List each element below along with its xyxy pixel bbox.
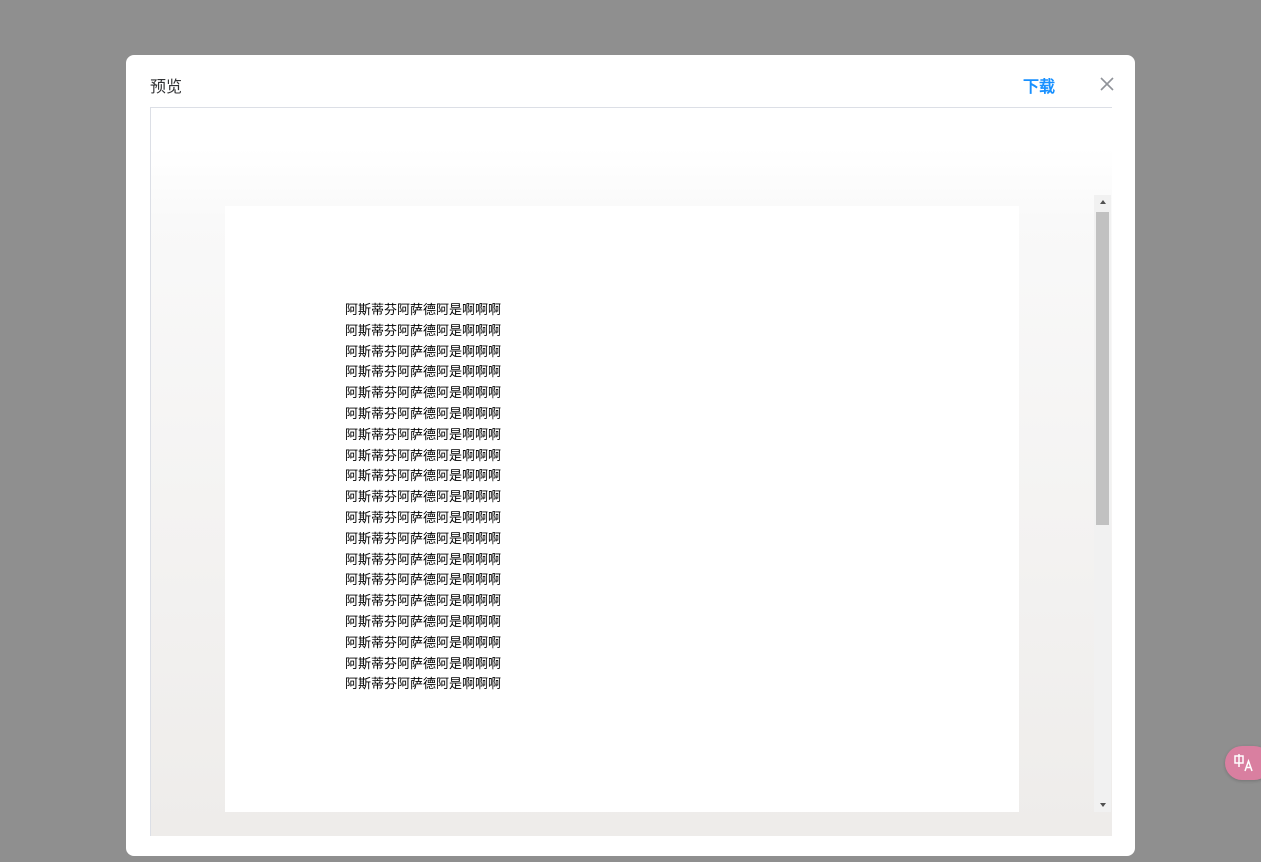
download-link[interactable]: 下载 — [1023, 76, 1055, 98]
document-line: 阿斯蒂芬阿萨德阿是啊啊啊 — [345, 510, 502, 526]
scroll-thumb[interactable] — [1096, 212, 1109, 525]
vertical-scrollbar[interactable] — [1094, 195, 1111, 812]
document-line: 阿斯蒂芬阿萨德阿是啊啊啊 — [345, 448, 502, 464]
document-line: 阿斯蒂芬阿萨德阿是啊啊啊 — [345, 677, 502, 693]
document-line: 阿斯蒂芬阿萨德阿是啊啊啊 — [345, 490, 502, 506]
close-button[interactable] — [1096, 73, 1118, 95]
document-line: 阿斯蒂芬阿萨德阿是啊啊啊 — [345, 427, 502, 443]
document-line: 阿斯蒂芬阿萨德阿是啊啊啊 — [345, 635, 502, 651]
translate-button[interactable] — [1225, 746, 1261, 780]
document-line: 阿斯蒂芬阿萨德阿是啊啊啊 — [345, 594, 502, 610]
document-line: 阿斯蒂芬阿萨德阿是啊啊啊 — [345, 303, 502, 318]
document-line: 阿斯蒂芬阿萨德阿是啊啊啊 — [345, 656, 502, 672]
preview-dialog: 预览 下载 阿斯蒂芬阿萨德阿是啊啊啊 阿斯蒂芬阿萨德阿是啊啊啊 阿斯蒂芬阿萨德阿是啊… — [126, 55, 1135, 856]
document-line: 阿斯蒂芬阿萨德阿是啊啊啊 — [345, 365, 502, 381]
document-line: 阿斯蒂芬阿萨德阿是啊啊啊 — [345, 552, 502, 568]
triangle-up-icon — [1099, 200, 1106, 204]
document-line: 阿斯蒂芬阿萨德阿是啊啊啊 — [345, 469, 502, 485]
document-text: 阿斯蒂芬阿萨德阿是啊啊啊 阿斯蒂芬阿萨德阿是啊啊啊 阿斯蒂芬阿萨德阿是啊啊啊 阿斯蒂芬… — [345, 301, 501, 696]
document-line: 阿斯蒂芬阿萨德阿是啊啊啊 — [345, 386, 502, 402]
scroll-down-button[interactable] — [1094, 798, 1111, 812]
document-line: 阿斯蒂芬阿萨德阿是啊啊啊 — [345, 614, 502, 630]
close-icon — [1100, 77, 1114, 91]
triangle-down-icon — [1099, 803, 1106, 807]
document-line: 阿斯蒂芬阿萨德阿是啊啊啊 — [345, 531, 502, 547]
scroll-up-button[interactable] — [1094, 195, 1111, 209]
dialog-title: 预览 — [150, 77, 183, 96]
document-line: 阿斯蒂芬阿萨德阿是啊啊啊 — [345, 344, 502, 360]
translate-icon — [1234, 754, 1253, 772]
document-line: 阿斯蒂芬阿萨德阿是啊啊啊 — [345, 406, 502, 422]
preview-frame: 阿斯蒂芬阿萨德阿是啊啊啊 阿斯蒂芬阿萨德阿是啊啊啊 阿斯蒂芬阿萨德阿是啊啊啊 阿斯蒂芬… — [150, 107, 1112, 836]
document-line: 阿斯蒂芬阿萨德阿是啊啊啊 — [345, 323, 502, 339]
document-line: 阿斯蒂芬阿萨德阿是啊啊啊 — [345, 573, 502, 589]
document-page: 阿斯蒂芬阿萨德阿是啊啊啊 阿斯蒂芬阿萨德阿是啊啊啊 阿斯蒂芬阿萨德阿是啊啊啊 阿斯蒂芬… — [225, 206, 1019, 812]
